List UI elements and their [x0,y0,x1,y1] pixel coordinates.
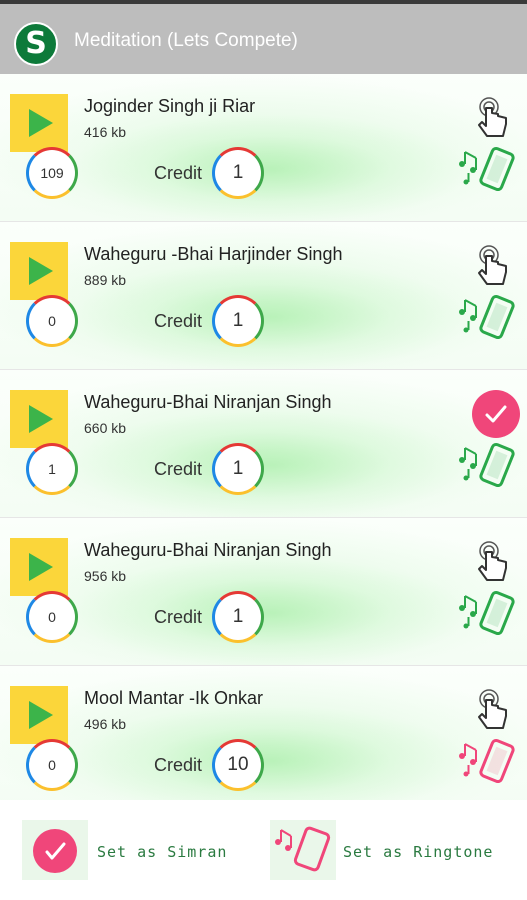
credit-badge: 1 [212,443,264,495]
tap-hand-icon[interactable] [476,688,510,732]
credit-value: 1 [232,162,244,183]
track-title: Waheguru -Bhai Harjinder Singh [84,244,343,264]
track-row[interactable]: Waheguru -Bhai Harjinder Singh 889 kb 0 Cre… [0,222,527,370]
track-row[interactable]: Waheguru-Bhai Niranjan Singh 660 kb 1 Credi… [0,370,527,518]
app-bar: S Meditation (Lets Compete) [0,4,527,74]
play-button[interactable] [10,94,68,152]
set-ringtone-icon[interactable] [456,442,518,492]
play-button[interactable] [10,686,68,744]
tap-hand-icon[interactable] [476,540,510,584]
play-count: 0 [48,313,56,329]
play-button[interactable] [10,242,68,300]
set-ringtone-icon[interactable] [456,146,518,196]
play-icon [29,109,53,137]
credit-label: Credit [154,459,203,479]
check-icon [33,829,77,873]
credit-label: Credit [154,163,203,183]
legend-simran-swatch [22,820,88,880]
play-count: 109 [40,165,64,181]
legend-simran-label: Set as Simran [97,843,228,861]
play-count: 0 [48,757,56,773]
set-ringtone-icon[interactable] [456,294,518,344]
credit-badge: 10 [212,739,264,791]
track-title: Waheguru-Bhai Niranjan Singh [84,540,332,560]
set-ringtone-icon[interactable] [456,590,518,640]
track-size: 889 kb [84,272,127,288]
play-count-badge: 0 [26,739,78,791]
track-title: Joginder Singh ji Riar [84,96,256,116]
track-title: Mool Mantar -Ik Onkar [84,688,264,708]
check-icon[interactable] [472,390,520,438]
credit-label: Credit [154,607,203,627]
track-size: 956 kb [84,568,127,584]
track-size: 660 kb [84,420,127,436]
play-count-badge: 0 [26,591,78,643]
app-title: Meditation (Lets Compete) [74,30,298,51]
legend-ringtone-swatch [270,820,336,880]
play-count: 1 [48,461,56,477]
play-icon [29,701,53,729]
set-ringtone-icon[interactable] [456,738,518,788]
track-title: Waheguru-Bhai Niranjan Singh [84,392,332,412]
play-icon [29,257,53,285]
play-icon [29,553,53,581]
ringtone-icon [275,826,331,872]
legend-bar: Set as Simran Set as Ringtone [0,800,527,900]
track-list: Joginder Singh ji Riar 416 kb 109 Credit 1 Wa… [0,74,527,814]
credit-label: Credit [154,755,203,775]
tap-hand-icon[interactable] [476,244,510,288]
play-button[interactable] [10,538,68,596]
play-count-badge: 0 [26,295,78,347]
credit-value: 1 [232,458,244,479]
credit-value: 10 [227,754,249,775]
credit-value: 1 [232,310,244,331]
credit-badge: 1 [212,591,264,643]
app-logo: S [14,22,58,66]
play-count-badge: 1 [26,443,78,495]
play-count-badge: 109 [26,147,78,199]
track-size: 496 kb [84,716,127,732]
legend-ringtone-label: Set as Ringtone [343,843,494,861]
app-logo-letter: S [25,26,47,61]
track-row[interactable]: Waheguru-Bhai Niranjan Singh 956 kb 0 Credi… [0,518,527,666]
credit-badge: 1 [212,147,264,199]
track-size: 416 kb [84,124,127,140]
credit-label: Credit [154,311,203,331]
play-icon [29,405,53,433]
tap-hand-icon[interactable] [476,96,510,140]
play-count: 0 [48,609,56,625]
credit-value: 1 [232,606,244,627]
track-row[interactable]: Joginder Singh ji Riar 416 kb 109 Credit 1 [0,74,527,222]
credit-badge: 1 [212,295,264,347]
play-button[interactable] [10,390,68,448]
track-row[interactable]: Mool Mantar -Ik Onkar 496 kb 0 Credit 10 [0,666,527,814]
